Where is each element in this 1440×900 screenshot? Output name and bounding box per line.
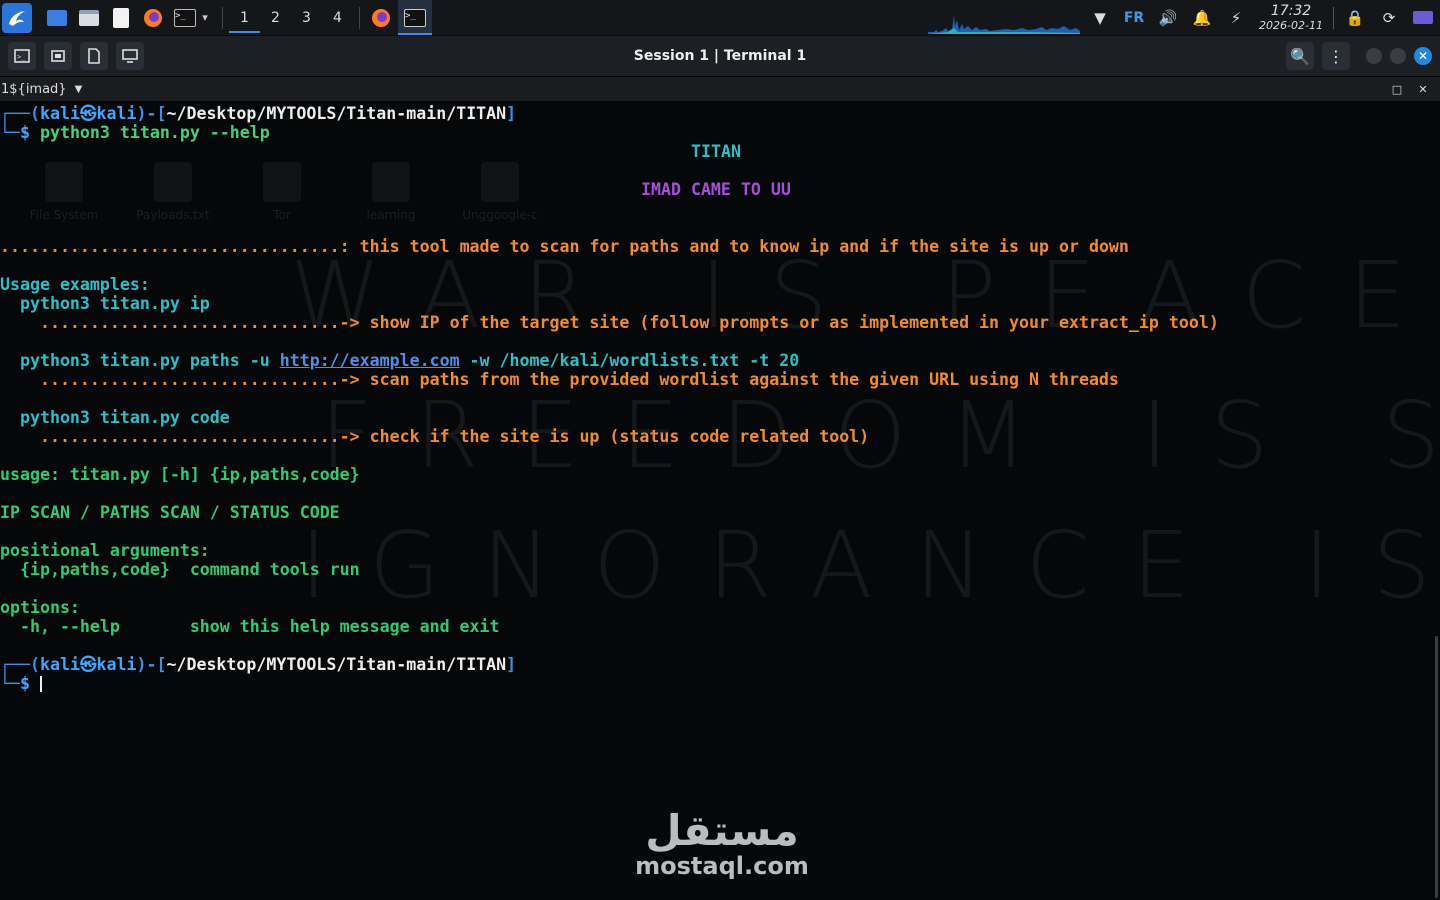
- usage-line: usage: titan.py [-h] {ip,paths,code}: [0, 465, 360, 484]
- empty-line: [0, 218, 1219, 237]
- split-view-button[interactable]: [44, 42, 72, 70]
- watermark-latin: mostaql.com: [635, 852, 809, 880]
- separator: [359, 6, 360, 29]
- refresh-icon[interactable]: ⟳: [1372, 0, 1406, 35]
- workspace-2[interactable]: 2: [260, 0, 291, 35]
- terminal-icon[interactable]: >_: [172, 5, 198, 31]
- clock[interactable]: 17:32 2026-02-11: [1253, 4, 1329, 31]
- tab-controls: □ ✕: [1380, 80, 1432, 98]
- example-1-description: ..............................-> show IP…: [0, 313, 1219, 332]
- terminal-window-button[interactable]: >_: [398, 0, 432, 35]
- workspace-3[interactable]: 3: [291, 0, 322, 35]
- command-line: └─$ python3 titan.py --help: [0, 123, 270, 142]
- usage-examples-heading: Usage examples:: [0, 275, 150, 294]
- menu-button[interactable]: ⋮: [1322, 42, 1350, 70]
- file-manager-icon[interactable]: [76, 5, 102, 31]
- keyboard-layout[interactable]: FR: [1117, 0, 1151, 35]
- search-button[interactable]: 🔍: [1286, 42, 1314, 70]
- options-heading: options:: [0, 598, 80, 617]
- kali-menu-icon[interactable]: [2, 2, 32, 33]
- firefox-icon[interactable]: [140, 5, 166, 31]
- empty-line: [0, 161, 1219, 180]
- detach-button[interactable]: [80, 42, 108, 70]
- empty-line: [0, 389, 1219, 408]
- close-button[interactable]: ✕: [1414, 47, 1432, 65]
- separator: [1333, 6, 1334, 29]
- firefox-window-button[interactable]: [364, 0, 398, 35]
- empty-line: [0, 256, 1219, 275]
- empty-line: [0, 332, 1219, 351]
- example-3-command: python3 titan.py code: [0, 408, 230, 427]
- svg-text:>_: >_: [17, 53, 26, 61]
- workspace-4[interactable]: 4: [322, 0, 353, 35]
- positional-heading: positional arguments:: [0, 541, 210, 560]
- close-icon: ✕: [1417, 49, 1429, 63]
- prompt-line: ┌──(kali㉿kali)-[~/Desktop/MYTOOLS/Titan-…: [0, 655, 517, 674]
- clock-date: 2026-02-11: [1259, 19, 1323, 32]
- option-help: -h, --help show this help message and ex…: [0, 617, 500, 636]
- terminal-lines: ┌──(kali㉿kali)-[~/Desktop/MYTOOLS/Titan-…: [0, 104, 1219, 693]
- window-icon: [51, 50, 65, 62]
- text-cursor: [39, 676, 42, 692]
- minimize-button[interactable]: [1366, 48, 1382, 64]
- empty-line: [0, 446, 1219, 465]
- maximize-button[interactable]: [1390, 48, 1406, 64]
- example-url-link[interactable]: http://example.com: [280, 351, 460, 370]
- watermark-logo: مستقل mostaql.com: [632, 806, 812, 881]
- close-pane-icon[interactable]: ✕: [1414, 80, 1432, 98]
- empty-line: [0, 199, 1219, 218]
- workspace-1[interactable]: 1: [229, 0, 260, 35]
- volume-icon[interactable]: 🔊: [1151, 0, 1185, 35]
- positional-argument: {ip,paths,code} command tools run: [0, 560, 360, 579]
- top-panel: >_ ▾ 1 2 3 4 >_ ▼ FR 🔊 🔔 ⚡ 17:32 2026-02…: [0, 0, 1440, 36]
- example-2-command: python3 titan.py paths -u http://example…: [0, 351, 800, 370]
- terminal-icon: >_: [404, 8, 426, 27]
- empty-line: [0, 484, 1219, 503]
- new-tab-button[interactable]: >_: [8, 42, 36, 70]
- headline: IP SCAN / PATHS SCAN / STATUS CODE: [0, 503, 340, 522]
- cpu-graph: [928, 16, 1080, 34]
- desktop-icon[interactable]: [44, 5, 70, 31]
- terminal-icon: >_: [14, 49, 30, 63]
- banner-subtitle: IMAD CAME TO UU: [641, 180, 791, 199]
- description-line: ..................................: this…: [0, 237, 1129, 256]
- monitor-button[interactable]: [116, 42, 144, 70]
- banner-title: TITAN: [691, 142, 741, 161]
- more-vertical-icon: ⋮: [1328, 46, 1344, 66]
- text-editor-icon[interactable]: [108, 5, 134, 31]
- clock-time: 17:32: [1270, 3, 1312, 19]
- scrollbar[interactable]: [1435, 636, 1438, 898]
- empty-line: [0, 522, 1219, 541]
- terminal-output[interactable]: WAR IS PEACE FREEDOM IS SLAVERY IGNORANC…: [0, 102, 1440, 900]
- titlebar-controls: 🔍 ⋮ ✕: [1278, 42, 1432, 70]
- empty-line: [0, 579, 1219, 598]
- window-title: Session 1 | Terminal 1: [633, 48, 807, 64]
- search-icon: 🔍: [1290, 46, 1310, 66]
- lock-icon[interactable]: 🔒: [1338, 0, 1372, 35]
- chevron-down-icon[interactable]: ▼: [75, 84, 83, 95]
- terminal-titlebar: >_ Session 1 | Terminal 1 🔍 ⋮ ✕: [0, 36, 1440, 76]
- example-2-description: ..............................-> scan pa…: [0, 370, 1119, 389]
- chevron-down-icon[interactable]: ▾: [198, 5, 212, 31]
- maximize-pane-icon[interactable]: □: [1388, 80, 1406, 98]
- system-tray: ▼ FR 🔊 🔔 ⚡ 17:32 2026-02-11 🔒 ⟳: [1083, 0, 1440, 35]
- example-3-description: ..............................-> check i…: [0, 427, 870, 446]
- tab-session[interactable]: 1${imad}: [1, 82, 67, 97]
- display-icon[interactable]: [1406, 0, 1440, 35]
- firefox-icon: [372, 8, 390, 27]
- monitor-icon: [122, 49, 138, 63]
- notification-bell-icon[interactable]: 🔔: [1185, 0, 1219, 35]
- separator: [222, 6, 223, 29]
- watermark-arabic: مستقل: [645, 806, 799, 855]
- example-1-command: python3 titan.py ip: [0, 294, 210, 313]
- tab-bar: 1${imad} ▼ □ ✕: [0, 77, 1440, 101]
- document-icon: [88, 48, 100, 64]
- network-icon[interactable]: ▼: [1083, 0, 1117, 35]
- empty-line: [0, 636, 1219, 655]
- prompt-line: ┌──(kali㉿kali)-[~/Desktop/MYTOOLS/Titan-…: [0, 104, 517, 123]
- power-icon[interactable]: ⚡: [1219, 0, 1253, 35]
- input-line[interactable]: └─$: [0, 674, 1219, 693]
